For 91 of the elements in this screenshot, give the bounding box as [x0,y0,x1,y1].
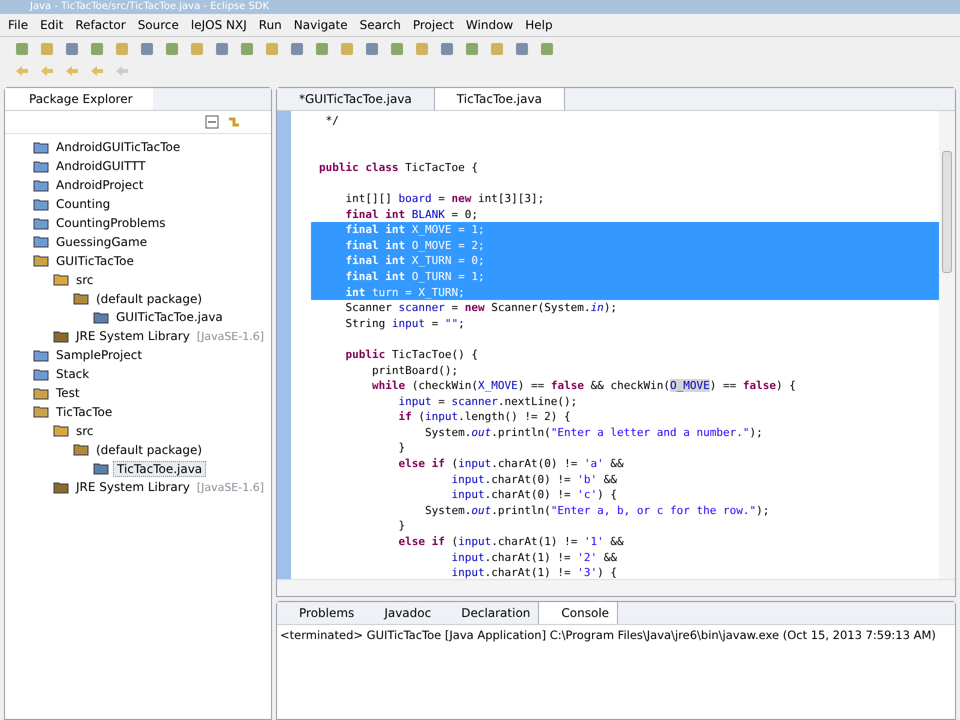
tree-node-icon [33,140,49,154]
panel-tab[interactable]: Problems [277,602,362,624]
console-output: <terminated> GUITicTacToe [Java Application] C:\Program Files\Java\jre6\bin\javaw.exe (Oct 15, 2013 7:59:13 AM) [279,627,937,644]
tree-node-icon [53,330,69,343]
arrow-icon[interactable] [114,63,130,79]
tree-node-icon [53,273,69,286]
tree-node-icon [53,424,69,438]
tree-node-icon [33,386,49,400]
tree-item[interactable]: AndroidGUITicTacToe [53,140,184,154]
tree-node-icon [33,178,49,192]
tree-node-icon [73,443,89,456]
code-line: input.charAt(1) != '3') { [450,565,618,579]
menu-item[interactable]: Project [406,18,460,32]
tree-node-icon [33,235,49,248]
arrow-icon[interactable] [64,63,80,79]
tree-item[interactable]: src [73,272,97,287]
tree-item[interactable]: (default package) [93,292,206,306]
code-line: else if (input.charAt(0) != 'a' && [397,456,625,472]
code-line: Scanner scanner = new Scanner(System.in); [344,300,618,316]
panel-tab[interactable]: Declaration [439,602,538,624]
code-line: input = scanner.nextLine(); [397,394,578,410]
arrow-icon[interactable] [14,63,30,79]
tree-item[interactable]: AndroidGUITTT [53,159,149,174]
editor-tab[interactable]: *GUITicTacToe.java [277,88,434,110]
code-line: while (checkWin(X_MOVE) == false && checkWin(O_MOVE) == false) { [370,378,797,394]
code-line: String input = ""; [344,316,466,332]
menu-item[interactable]: Edit [34,18,70,32]
tree-node-icon [33,216,49,230]
tree-item[interactable]: (default package) [93,442,206,457]
tree-node-icon [93,310,109,324]
code-line: else if (input.charAt(1) != '1' && [397,534,625,550]
tree-item[interactable]: Test [53,386,83,400]
editor-tab[interactable]: TicTacToe.java [434,88,565,110]
menu-item[interactable]: Navigate [288,18,354,32]
code-line: input.charAt(0) != 'b' && [450,472,618,488]
code-line: input.charAt(1) != '2' && [450,550,618,566]
window-title: Java - TicTacToe/src/TicTacToe.java - Eclipse SDK [30,1,270,12]
tree-item[interactable]: JRE System Library [73,480,193,494]
tree-item[interactable]: src [73,424,97,438]
code-line: } [397,440,406,456]
arrow-icon[interactable] [39,63,55,79]
code-line: } [397,518,406,534]
tree-node-icon [73,292,89,306]
code-line: input.charAt(0) != 'c') { [450,487,618,503]
menu-item[interactable]: File [2,18,34,32]
scrollbar[interactable] [939,111,955,579]
scrollbar[interactable] [277,579,955,596]
tree-node-icon [33,254,49,268]
menu-item[interactable]: Window [460,18,520,32]
tree-item[interactable]: AndroidProject [53,178,146,192]
collapse-icon[interactable] [205,115,219,129]
panel-tab[interactable]: Console [538,602,618,624]
code-line: printBoard(); [370,362,460,378]
tree-item[interactable]: GUITicTacToe [53,254,137,268]
tree-node-icon [33,160,49,173]
tree-node-icon [33,405,49,418]
arrow-icon[interactable] [89,63,105,79]
menu-item[interactable]: Run [252,18,288,32]
code-line: */ [324,113,340,129]
menu-item[interactable]: Source [132,18,185,32]
code-line: System.out.println("Enter a, b, or c for the row."); [424,502,770,518]
tree-node-icon [93,462,109,476]
menu-item[interactable]: leJOS NXJ [184,18,253,32]
menu-item[interactable]: Refactor [69,18,132,32]
tree-item[interactable]: GUITicTacToe.java [113,310,226,324]
menu-item[interactable]: Help [519,18,559,32]
code-line: if (input.length() != 2) { [397,409,572,425]
code-line: public TicTacToe() { [344,346,479,362]
tree-item[interactable]: Stack [53,367,92,382]
scroll-thumb[interactable] [942,151,952,273]
tree-item[interactable]: JRE System Library [73,329,193,344]
link-icon[interactable] [227,115,241,129]
tree-item[interactable]: TicTacToe.java [113,460,206,477]
code-line: System.out.println("Enter a letter and a number."); [424,424,764,440]
tree-item-note: [JavaSE-1.6] [196,330,264,343]
menu-item[interactable]: Search [354,18,407,32]
tree-item[interactable]: GuessingGame [53,234,150,249]
tree-node-icon [53,480,69,494]
panel-tab[interactable]: Javadoc [362,602,440,624]
tree-node-icon [33,198,49,211]
tree-item-note: [JavaSE-1.6] [196,480,264,494]
tree-item[interactable]: TicTacToe [53,404,116,419]
tree-node-icon [33,368,49,381]
code-line: int[][] board = new int[3][3]; [344,190,546,207]
tree-item[interactable]: SampleProject [53,348,146,362]
tree-item[interactable]: Counting [53,197,114,212]
tree-item[interactable]: CountingProblems [53,216,169,230]
code-line: final int BLANK = 0; [344,206,479,222]
panel-tab[interactable]: Package Explorer [5,88,153,110]
tree-node-icon [33,348,49,362]
code-line: public class TicTacToe { [318,160,479,176]
